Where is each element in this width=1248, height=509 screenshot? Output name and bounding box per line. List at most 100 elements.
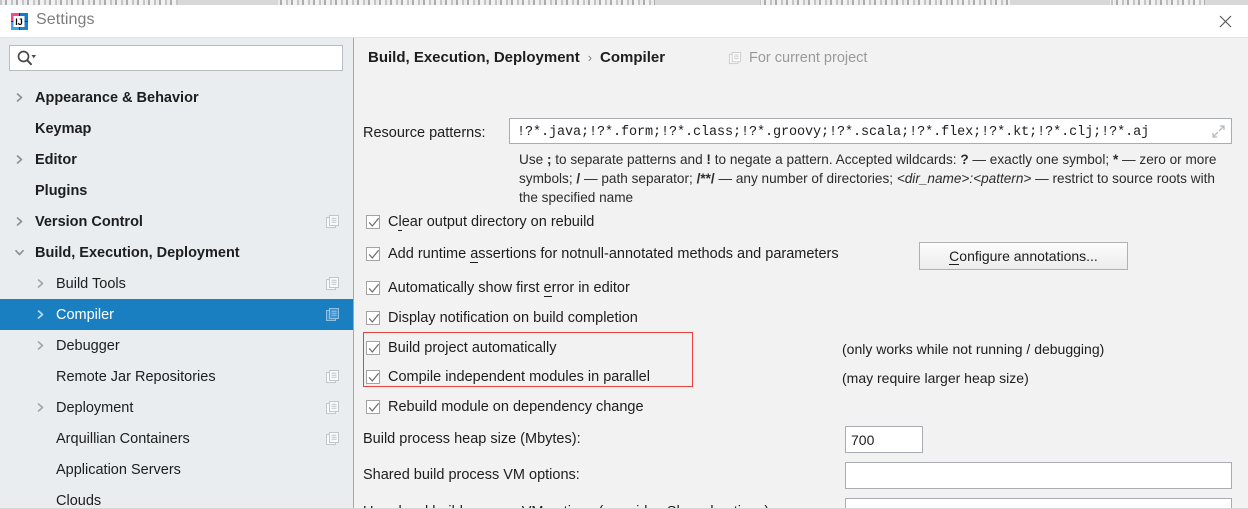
checkbox-checkmark-icon[interactable] [366,341,380,355]
close-icon[interactable] [1202,5,1248,37]
checkbox-checkmark-icon[interactable] [366,215,380,229]
resource-patterns-field[interactable] [509,118,1232,145]
checkbox-label: Automatically show first error in editor [388,280,630,297]
sidebar-item-keymap[interactable]: Keymap [0,113,353,144]
project-scope-icon [326,400,340,415]
search-box[interactable] [9,45,343,72]
search-dropdown-icon [17,50,37,72]
sidebar-item-clouds[interactable]: Clouds [0,485,353,509]
build-process-heap-size-label: Build process heap size (Mbytes): [363,431,581,447]
checkbox-display-notification-on-build-completion[interactable]: Display notification on build completion [366,310,638,326]
configure-annotations-label: Configure annotations... [949,248,1098,265]
build-process-heap-size-input[interactable] [845,426,923,453]
configure-annotations-button[interactable]: Configure annotations... [919,242,1128,270]
checkbox-label: Compile independent modules in parallel [388,369,650,385]
sidebar-item-arquillian-containers[interactable]: Arquillian Containers [0,423,353,454]
checkbox-add-runtime-assertions[interactable]: Add runtime assertions for notnull-annot… [366,246,839,263]
resource-patterns-hint: Use ; to separate patterns and ! to nega… [519,150,1219,207]
checkbox-label: Add runtime assertions for notnull-annot… [388,246,839,263]
expand-arrows-icon[interactable] [1211,124,1226,139]
resource-patterns-label: Resource patterns: [363,125,486,141]
svg-text:IJ: IJ [15,17,23,27]
hint-text-9: — [1031,171,1049,186]
sidebar-item-label: Application Servers [56,461,181,478]
checkbox-label: Display notification on build completion [388,310,638,326]
hint-text-2: to separate patterns and [551,152,707,167]
hint-dir-pattern: <dir_name>:<pattern> [896,171,1032,186]
checkbox-checkmark-icon[interactable] [366,281,380,295]
sidebar-item-application-servers[interactable]: Application Servers [0,454,353,485]
settings-tree: Appearance & Behavior Keymap Editor Plug… [0,82,353,509]
tree-arrow-placeholder [13,122,26,135]
intellij-idea-logo-icon: IJ [11,13,28,30]
sidebar-item-build-tools[interactable]: Build Tools [0,268,353,299]
title-bar: IJ Settings [0,5,1248,38]
sidebar-item-plugins[interactable]: Plugins [0,175,353,206]
sidebar-item-remote-jar-repositories[interactable]: Remote Jar Repositories [0,361,353,392]
chevron-right-icon [13,153,26,166]
tree-arrow-placeholder [34,463,47,476]
sidebar-item-debugger[interactable]: Debugger [0,330,353,361]
sidebar-item-deployment[interactable]: Deployment [0,392,353,423]
project-scope-icon [326,214,340,229]
sidebar-item-label: Remote Jar Repositories [56,368,216,385]
hint-text-3: to negate a pattern. Accepted wildcards: [710,152,961,167]
chevron-right-icon [34,308,47,321]
project-scope-icon [729,51,742,65]
sidebar-item-label: Debugger [56,337,120,354]
breadcrumb: Build, Execution, Deployment › Compiler [368,49,665,66]
hint-double-star: /**/ [696,171,715,186]
sidebar-item-label: Keymap [35,120,92,137]
chevron-right-icon [13,215,26,228]
tree-arrow-placeholder [34,432,47,445]
note-build-project-automatically: (only works while not running / debuggin… [842,341,1105,357]
for-current-project-label: For current project [749,50,868,66]
sidebar-item-compiler[interactable]: Compiler [0,299,353,330]
sidebar-item-editor[interactable]: Editor [0,144,353,175]
hint-text-4: — exactly one symbol; [968,152,1113,167]
sidebar-item-label: Version Control [35,213,143,230]
checkbox-build-project-automatically[interactable]: Build project automatically [366,340,556,356]
tree-arrow-placeholder [34,370,47,383]
hint-text-8: — any number of directories; [714,171,897,186]
chevron-right-icon [34,339,47,352]
sidebar-item-label: Clouds [56,492,102,509]
resource-patterns-input[interactable] [515,119,1203,145]
breadcrumb-parent[interactable]: Build, Execution, Deployment [368,49,580,66]
window-title: Settings [36,11,95,28]
checkbox-checkmark-icon[interactable] [366,400,380,414]
settings-dialog: IJ Settings Appearance & Behavior Keymap… [0,0,1248,509]
sidebar-item-version-control[interactable]: Version Control [0,206,353,237]
settings-sidebar: Appearance & Behavior Keymap Editor Plug… [0,38,354,509]
sidebar-item-label: Arquillian Containers [56,430,190,447]
sidebar-item-label: Appearance & Behavior [35,89,199,106]
chevron-down-icon [13,246,26,259]
shared-build-process-vm-options-label: Shared build process VM options: [363,467,580,483]
tree-arrow-placeholder [34,494,47,507]
checkbox-clear-output-directory[interactable]: Clear output directory on rebuild [366,214,594,231]
sidebar-item-label: Compiler [56,306,115,323]
checkbox-checkmark-icon[interactable] [366,247,380,261]
sidebar-item-label: Build, Execution, Deployment [35,244,240,261]
checkbox-label: Rebuild module on dependency change [388,399,644,415]
hint-text-5: — [1118,152,1136,167]
sidebar-item-build-execution-deployment[interactable]: Build, Execution, Deployment [0,237,353,268]
checkbox-automatically-show-first-error[interactable]: Automatically show first error in editor [366,280,630,297]
search-input[interactable] [42,46,338,72]
sidebar-item-appearance-behavior[interactable]: Appearance & Behavior [0,82,353,113]
shared-build-process-vm-options-input[interactable] [845,462,1232,489]
project-scope-icon [326,369,340,384]
sidebar-item-label: Deployment [56,399,134,416]
project-scope-icon [326,307,340,322]
breadcrumb-current: Compiler [600,49,666,66]
checkbox-rebuild-module-on-dependency-change[interactable]: Rebuild module on dependency change [366,399,644,415]
hint-question: ? [960,152,969,167]
hint-text-7: — path separator; [580,171,697,186]
checkbox-checkmark-icon[interactable] [366,370,380,384]
chevron-right-icon [34,277,47,290]
for-current-project-indicator: For current project [729,50,867,66]
hint-text-1: Use [519,152,547,167]
checkbox-checkmark-icon[interactable] [366,311,380,325]
note-compile-parallel: (may require larger heap size) [842,370,1029,386]
checkbox-compile-independent-modules-in-parallel[interactable]: Compile independent modules in parallel [366,369,650,385]
